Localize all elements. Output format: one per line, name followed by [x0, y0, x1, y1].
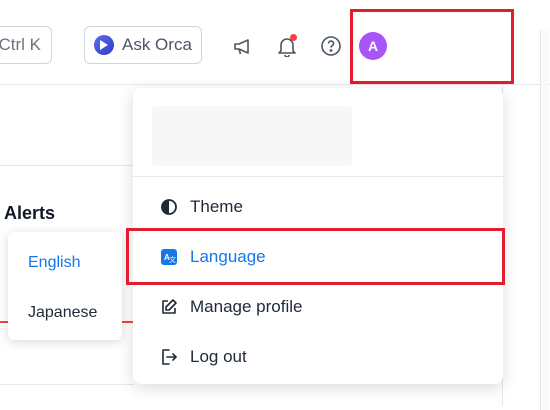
menu-item-theme[interactable]: Theme — [133, 185, 503, 229]
menu-item-log-out[interactable]: Log out — [133, 335, 503, 379]
menu-item-label: Log out — [190, 347, 247, 366]
orca-icon — [94, 35, 114, 55]
scrollbar[interactable] — [540, 30, 549, 410]
ask-orca-button[interactable]: Ask Orca — [84, 26, 202, 64]
logout-icon — [160, 348, 178, 366]
language-option-japanese[interactable]: Japanese — [28, 304, 97, 322]
notification-dot — [290, 34, 297, 41]
menu-item-label: Manage profile — [190, 297, 303, 316]
search-shortcut-label: Ctrl K — [0, 35, 41, 54]
megaphone-icon[interactable] — [232, 35, 254, 57]
ask-orca-label: Ask Orca — [122, 35, 192, 54]
alerts-heading: Alerts — [4, 203, 56, 223]
profile-info-placeholder — [152, 106, 352, 166]
theme-icon — [160, 198, 178, 216]
search-shortcut-box[interactable]: Ctrl K — [0, 26, 52, 64]
divider — [0, 165, 134, 166]
language-highlight-box — [126, 228, 505, 285]
help-icon[interactable] — [320, 35, 342, 57]
language-option-english[interactable]: English — [28, 254, 80, 272]
divider — [133, 176, 503, 177]
profile-highlight-box — [350, 9, 514, 84]
language-submenu: English Japanese — [8, 232, 122, 340]
divider — [0, 384, 134, 385]
menu-item-manage-profile[interactable]: Manage profile — [133, 285, 503, 329]
edit-icon — [160, 298, 178, 316]
menu-item-label: Theme — [190, 197, 243, 216]
